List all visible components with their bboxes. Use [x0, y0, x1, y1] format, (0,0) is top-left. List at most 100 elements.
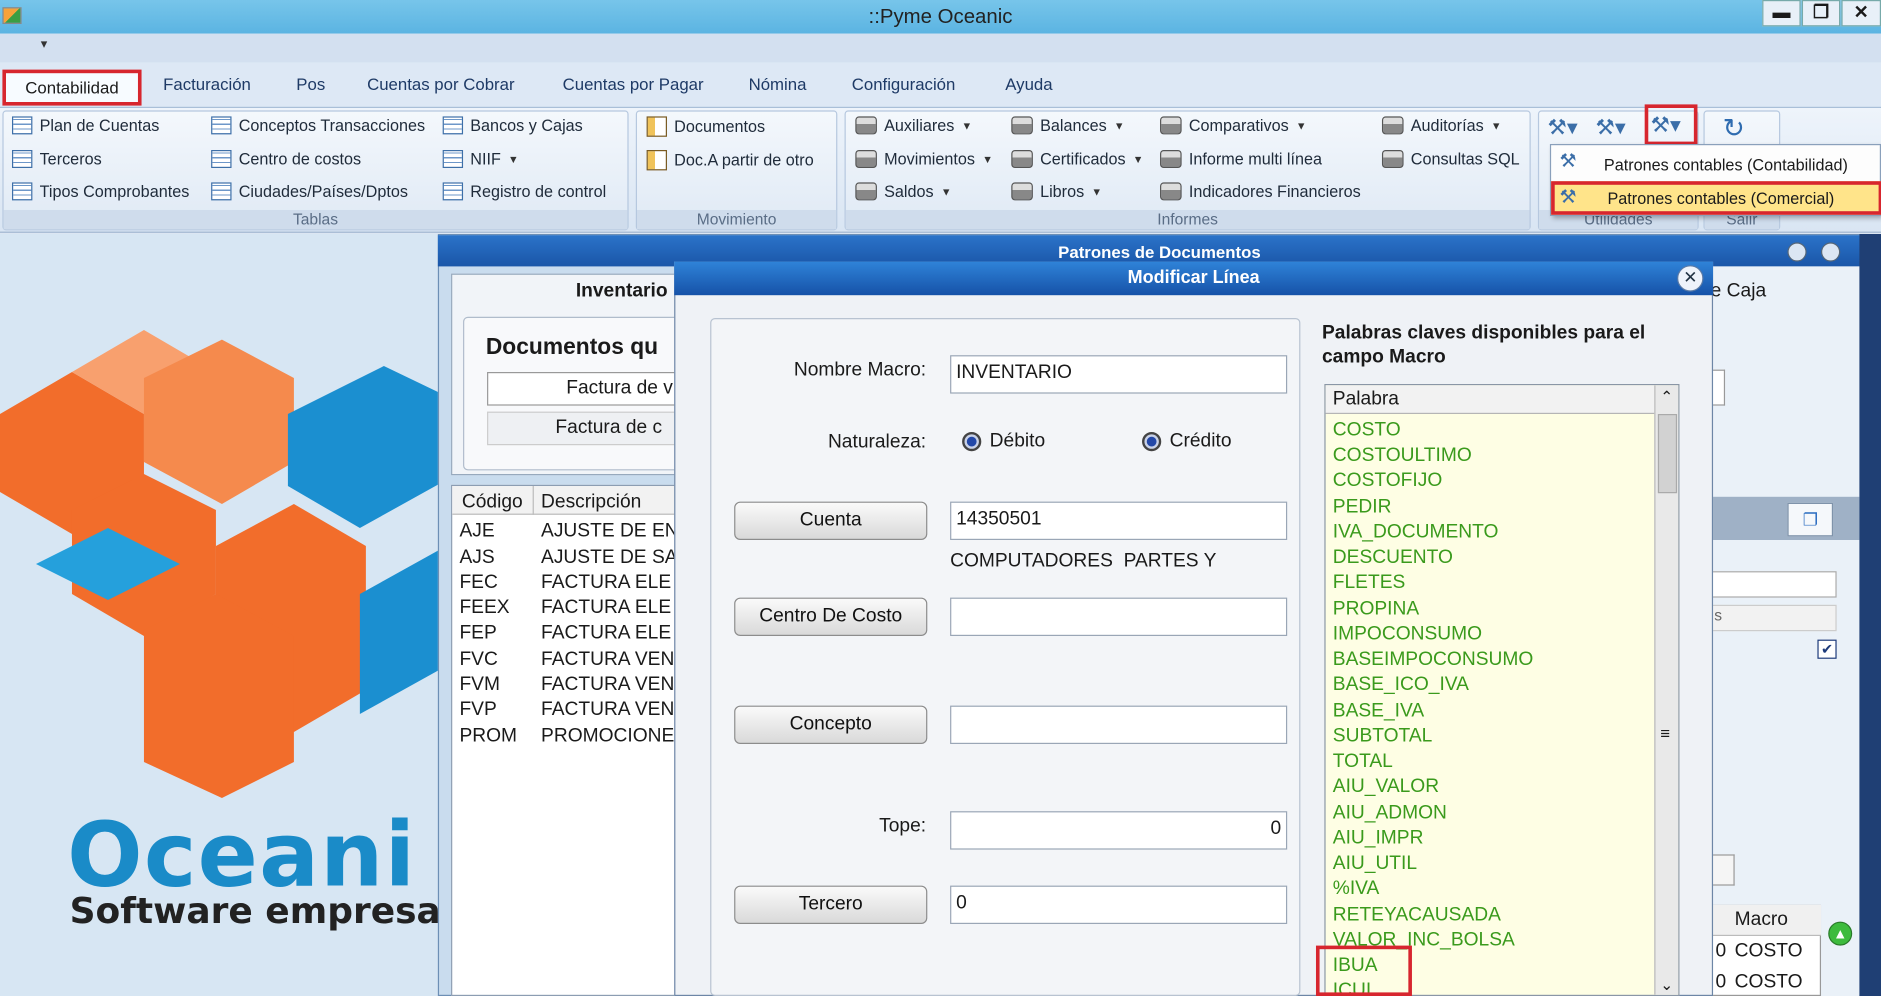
- table-row-code[interactable]: FEC: [459, 572, 497, 594]
- column-macro[interactable]: Macro: [1735, 910, 1788, 932]
- table-row-desc[interactable]: FACTURA VEN: [541, 700, 674, 722]
- list-item[interactable]: AIU_VALOR: [1333, 776, 1439, 798]
- ciudades-button[interactable]: Ciudades/Países/Dptos: [211, 182, 408, 201]
- table-row-code[interactable]: AJS: [459, 547, 494, 569]
- scroll-thumb[interactable]: [1657, 414, 1678, 494]
- list-item[interactable]: COSTOULTIMO: [1333, 445, 1472, 467]
- concepto-input[interactable]: [950, 705, 1288, 744]
- list-item[interactable]: DESCUENTO: [1333, 547, 1453, 569]
- table-row-desc[interactable]: FACTURA ELE: [541, 623, 671, 645]
- cuenta-input[interactable]: 14350501: [950, 501, 1288, 540]
- tab-pos[interactable]: Pos: [296, 74, 325, 93]
- tercero-input[interactable]: 0: [950, 885, 1288, 925]
- bancos-y-cajas-button[interactable]: Bancos y Cajas: [442, 116, 583, 135]
- grid-cell[interactable]: COSTO: [1735, 972, 1803, 994]
- exit-icon[interactable]: ↻: [1723, 113, 1745, 144]
- centro-de-costo-input[interactable]: [950, 597, 1288, 636]
- list-item[interactable]: TOTAL: [1333, 751, 1393, 773]
- table-row-desc[interactable]: AJUSTE DE EN: [541, 521, 679, 543]
- debito-radio[interactable]: [962, 432, 982, 452]
- list-item[interactable]: SUBTOTAL: [1333, 726, 1433, 748]
- scroll-down-icon[interactable]: ⌄: [1660, 976, 1673, 995]
- debito-label[interactable]: Débito: [990, 431, 1045, 453]
- cuenta-button[interactable]: Cuenta: [734, 501, 928, 540]
- tab-facturacion[interactable]: Facturación: [163, 74, 251, 93]
- quick-access-dropdown-icon[interactable]: ▾: [41, 36, 48, 51]
- field-remnant[interactable]: [1710, 571, 1837, 598]
- auditorias-button[interactable]: Auditorías ▼: [1381, 116, 1502, 135]
- maximize-icon[interactable]: [1821, 242, 1841, 262]
- list-item[interactable]: COSTOFIJO: [1333, 470, 1442, 492]
- doc-a-partir-de-otro-button[interactable]: Doc.A partir de otro: [646, 150, 814, 171]
- copy-icon[interactable]: ❐: [1787, 502, 1834, 537]
- auxiliares-button[interactable]: Auxiliares ▼: [855, 116, 972, 135]
- tab-cuentas-por-pagar[interactable]: Cuentas por Pagar: [563, 74, 704, 93]
- table-row-desc[interactable]: FACTURA ELE: [541, 572, 671, 594]
- balances-button[interactable]: Balances ▼: [1011, 116, 1125, 135]
- table-row-code[interactable]: FEEX: [459, 598, 509, 620]
- scroll-up-icon[interactable]: ⌃: [1660, 388, 1673, 407]
- list-item[interactable]: COSTO: [1333, 420, 1401, 442]
- niif-button[interactable]: NIIF ▼: [442, 150, 519, 168]
- tab-inventario[interactable]: Inventario: [576, 281, 668, 303]
- nombre-macro-input[interactable]: INVENTARIO: [950, 355, 1288, 394]
- table-row-code[interactable]: FEP: [459, 623, 496, 645]
- documentos-button[interactable]: Documentos: [646, 116, 765, 137]
- credito-label[interactable]: Crédito: [1170, 431, 1232, 453]
- consultas-sql-button[interactable]: Consultas SQL: [1381, 150, 1520, 168]
- saldos-button[interactable]: Saldos ▼: [855, 182, 952, 201]
- list-item[interactable]: BASE_ICO_IVA: [1333, 674, 1469, 696]
- factura-venta-button[interactable]: Factura de v: [487, 372, 679, 406]
- tercero-button[interactable]: Tercero: [734, 885, 928, 925]
- table-row-code[interactable]: PROM: [459, 726, 517, 748]
- table-row-desc[interactable]: FACTURA VEN: [541, 674, 674, 696]
- factura-compra-button[interactable]: Factura de c: [487, 411, 679, 446]
- concepto-button[interactable]: Concepto: [734, 705, 928, 744]
- table-row-code[interactable]: FVP: [459, 700, 496, 722]
- indicadores-financieros-button[interactable]: Indicadores Financieros: [1160, 182, 1361, 201]
- close-button[interactable]: ✕: [1841, 0, 1881, 27]
- conceptos-transacciones-button[interactable]: Conceptos Transacciones: [211, 116, 425, 135]
- tab-ayuda[interactable]: Ayuda: [1005, 74, 1052, 93]
- tools-icon[interactable]: ⚒▾: [1595, 115, 1625, 140]
- centro-de-costos-button[interactable]: Centro de costos: [211, 150, 361, 168]
- table-row-code[interactable]: AJE: [459, 521, 494, 543]
- column-descripcion[interactable]: Descripción: [541, 492, 641, 514]
- tab-caja[interactable]: e Caja: [1711, 281, 1766, 303]
- tab-nomina[interactable]: Nómina: [749, 74, 807, 93]
- comparativos-button[interactable]: Comparativos ▼: [1160, 116, 1307, 135]
- tab-contabilidad[interactable]: Contabilidad: [2, 69, 142, 106]
- list-item[interactable]: FLETES: [1333, 572, 1406, 594]
- certificados-button[interactable]: Certificados ▼: [1011, 150, 1143, 168]
- table-row-code[interactable]: FVC: [459, 649, 497, 671]
- list-item[interactable]: BASE_IVA: [1333, 701, 1424, 723]
- add-icon[interactable]: ▲: [1828, 921, 1853, 946]
- tipos-comprobantes-button[interactable]: Tipos Comprobantes: [11, 182, 189, 201]
- table-row-desc[interactable]: FACTURA VEN: [541, 649, 674, 671]
- checkbox[interactable]: ✔: [1817, 639, 1837, 659]
- list-item[interactable]: AIU_IMPR: [1333, 828, 1424, 850]
- credito-radio[interactable]: [1142, 432, 1162, 452]
- list-item[interactable]: BASEIMPOCONSUMO: [1333, 649, 1534, 671]
- keywords-header[interactable]: Palabra: [1325, 385, 1656, 415]
- terceros-button[interactable]: Terceros: [11, 150, 102, 168]
- table-row-desc[interactable]: AJUSTE DE SA: [541, 547, 678, 569]
- column-codigo[interactable]: Código: [462, 492, 523, 514]
- restore-button[interactable]: ❐: [1801, 0, 1841, 27]
- centro-de-costo-button[interactable]: Centro De Costo: [734, 597, 928, 636]
- table-row-desc[interactable]: FACTURA ELE: [541, 598, 671, 620]
- list-item[interactable]: RETEYACAUSADA: [1333, 905, 1501, 927]
- tab-cuentas-por-cobrar[interactable]: Cuentas por Cobrar: [367, 74, 514, 93]
- minimize-icon[interactable]: [1787, 242, 1807, 262]
- libros-button[interactable]: Libros ▼: [1011, 182, 1102, 201]
- close-icon[interactable]: ✕: [1677, 265, 1704, 292]
- movimientos-button[interactable]: Movimientos ▼: [855, 150, 993, 168]
- tools-icon[interactable]: ⚒▾: [1548, 115, 1578, 140]
- registro-de-control-button[interactable]: Registro de control: [442, 182, 606, 201]
- tope-input[interactable]: 0: [950, 811, 1288, 850]
- grid-cell[interactable]: COSTO: [1735, 941, 1803, 963]
- keywords-scrollbar[interactable]: ⌃ ≡ ⌄: [1654, 385, 1679, 995]
- list-item[interactable]: AIU_ADMON: [1333, 803, 1447, 825]
- list-item[interactable]: IVA_DOCUMENTO: [1333, 522, 1499, 544]
- minimize-button[interactable]: ▬: [1762, 0, 1801, 27]
